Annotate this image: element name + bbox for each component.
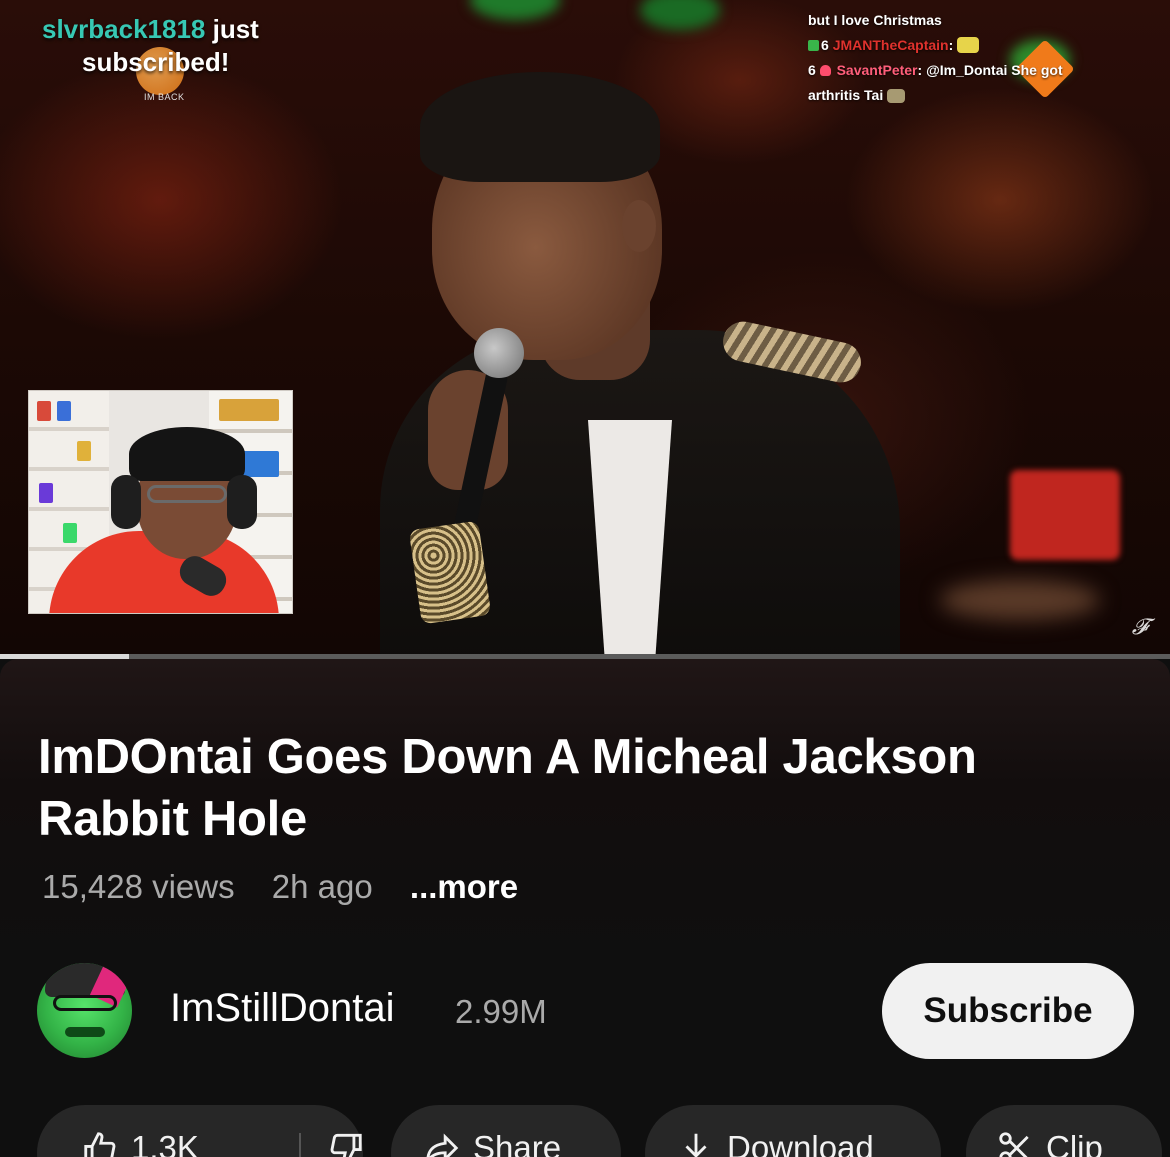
share-arrow-icon [426,1133,459,1157]
clip-label: Clip [1046,1129,1103,1157]
like-dislike-pill[interactable]: 1.3K [37,1105,363,1157]
more-link[interactable]: ...more [410,868,518,905]
view-count: 15,428 views [42,868,235,905]
channel-name[interactable]: ImStillDontai [170,986,395,1031]
chat-username: SavantPeter [836,62,918,78]
upload-age: 2h ago [271,868,373,905]
like-count: 1.3K [131,1129,199,1157]
chat-badge-icon [808,40,819,51]
scissors-icon [999,1132,1029,1157]
like-divider [299,1133,301,1157]
chat-message: 6 SavantPeter: @Im_Dontai She got [808,62,1063,78]
bokeh-light [640,0,720,30]
action-bar: 1.3K Share Download Clip [0,1105,1170,1157]
chat-message: arthritis Tai [808,83,1148,108]
alert-subscribed-text: subscribed! [82,47,230,77]
share-label: Share [473,1129,562,1157]
thumbs-down-icon[interactable] [327,1129,365,1157]
video-player[interactable]: 𝓕 slvrback1818 just subscribed! IM BACK … [0,0,1170,656]
alert-username: slvrback1818 [42,14,206,44]
stage-light [1010,470,1120,560]
stage-light [940,580,1100,620]
video-meta[interactable]: 15,428 views 2h ago ...more [42,868,518,906]
chat-heart-badge-icon [819,65,831,76]
stream-chat-overlay: but I love Christmas 6 JMANTheCaptain: 6… [808,8,1148,108]
share-button[interactable]: Share [391,1105,621,1157]
thumbs-up-icon[interactable] [81,1129,119,1157]
download-button[interactable]: Download [645,1105,941,1157]
chat-username: JMANTheCaptain [832,37,949,53]
channel-avatar[interactable] [37,963,132,1058]
chat-emote-icon [957,37,980,53]
stream-alert-overlay: slvrback1818 just subscribed! IM BACK [42,14,302,102]
streamer-webcam [28,390,293,614]
subscribe-button[interactable]: Subscribe [882,963,1134,1059]
download-label: Download [727,1129,874,1157]
download-icon [685,1133,707,1157]
channel-row: ImStillDontai 2.99M Subscribe [0,963,1170,1059]
subscriber-count: 2.99M [455,993,547,1030]
clip-button[interactable]: Clip [966,1105,1162,1157]
alert-small-text: IM BACK [144,92,185,102]
bokeh-light [470,0,560,20]
video-title[interactable]: ImDOntai Goes Down A Micheal Jackson Rab… [38,726,1138,850]
chat-message: 6 JMANTheCaptain: [808,33,1148,58]
video-watermark: 𝓕 [1131,615,1148,640]
alert-text: just [205,14,259,44]
chat-message: but I love Christmas [808,12,942,28]
chat-emote-icon [887,89,906,103]
